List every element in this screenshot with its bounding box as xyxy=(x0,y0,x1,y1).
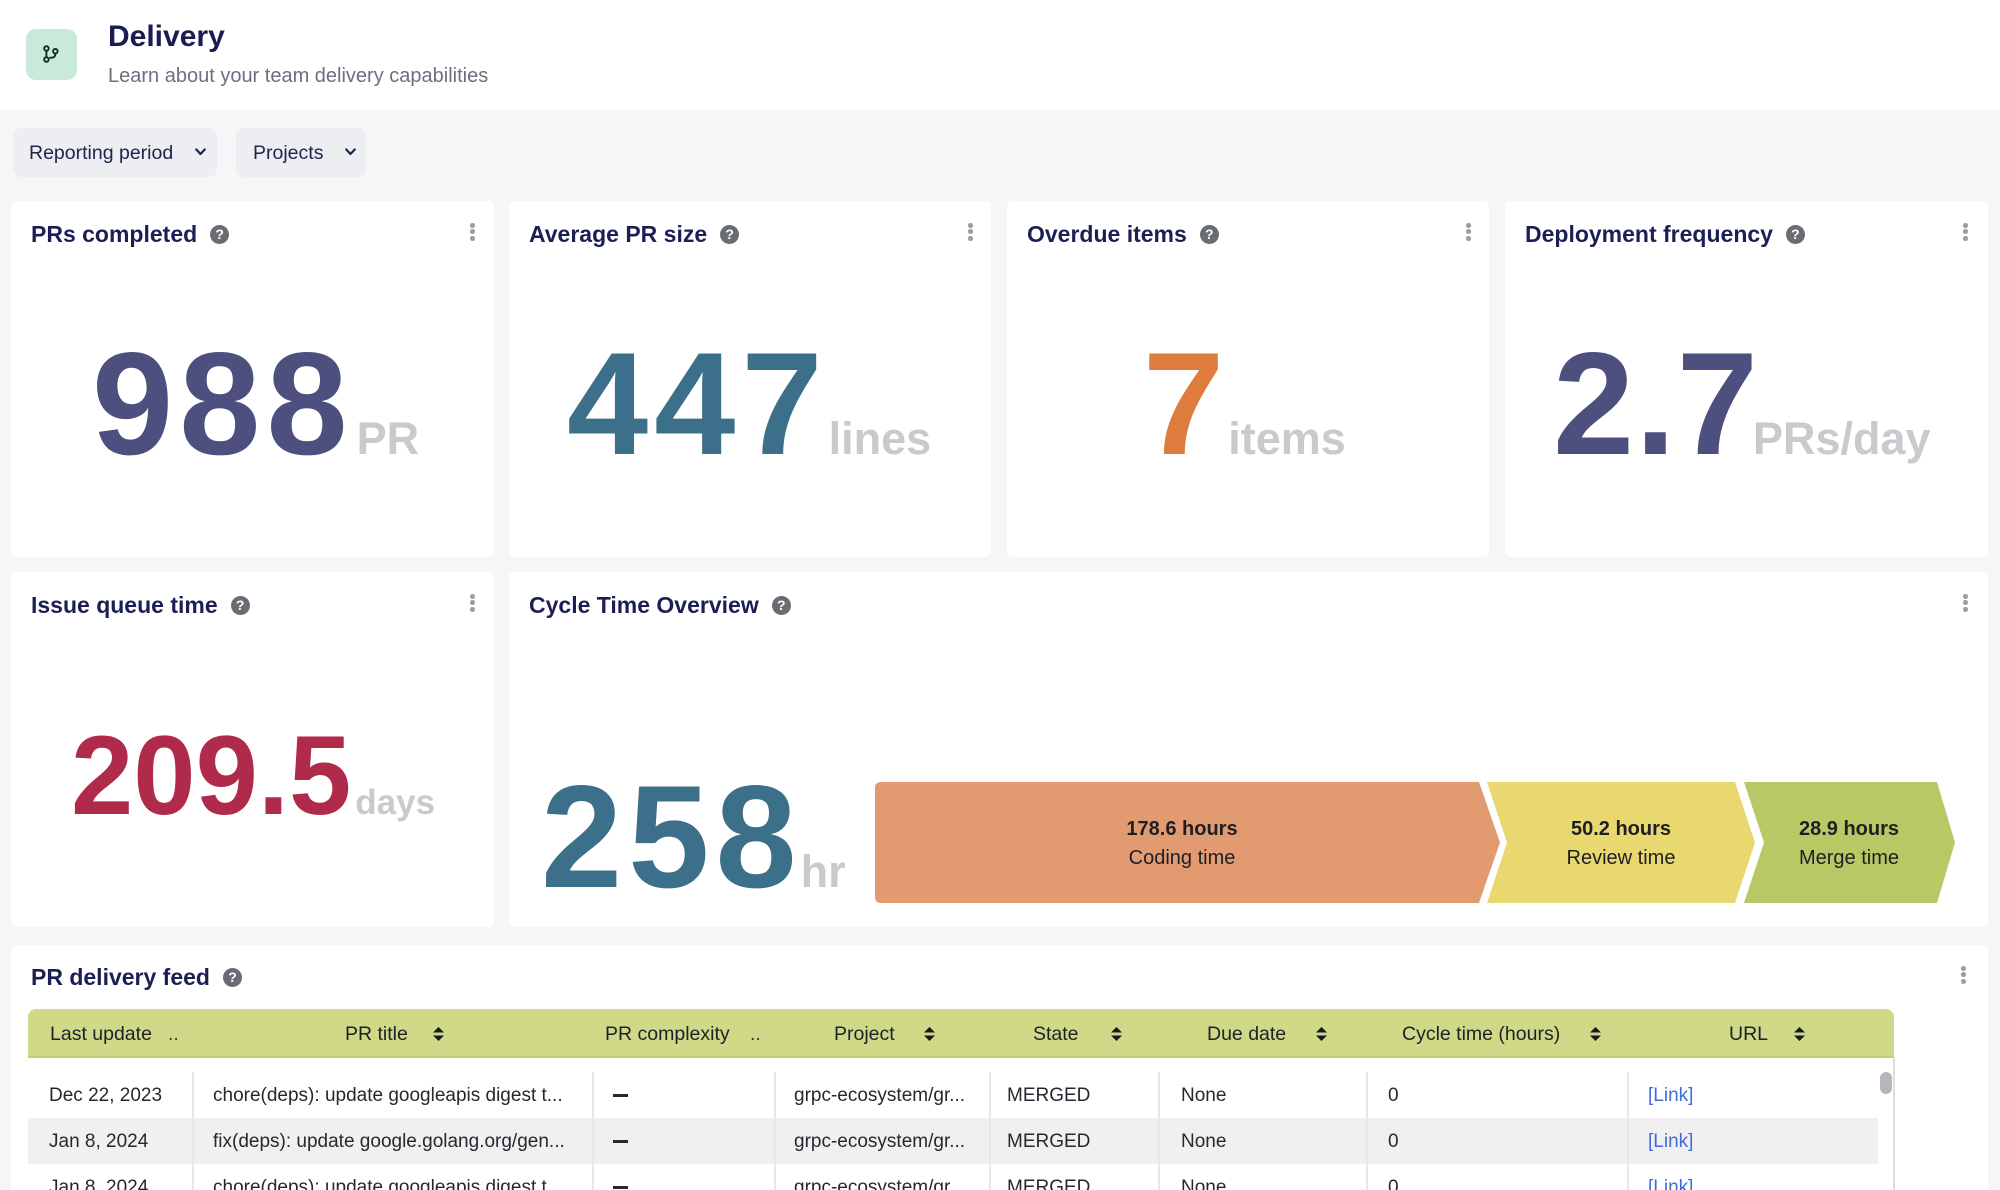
svg-text:Review time: Review time xyxy=(1567,847,1676,869)
svg-text:50.2 hours: 50.2 hours xyxy=(1571,818,1671,840)
svg-text:Merge time: Merge time xyxy=(1799,847,1899,869)
svg-text:28.9 hours: 28.9 hours xyxy=(1799,818,1899,840)
svg-text:Coding time: Coding time xyxy=(1129,847,1236,869)
svg-text:178.6 hours: 178.6 hours xyxy=(1126,818,1237,840)
